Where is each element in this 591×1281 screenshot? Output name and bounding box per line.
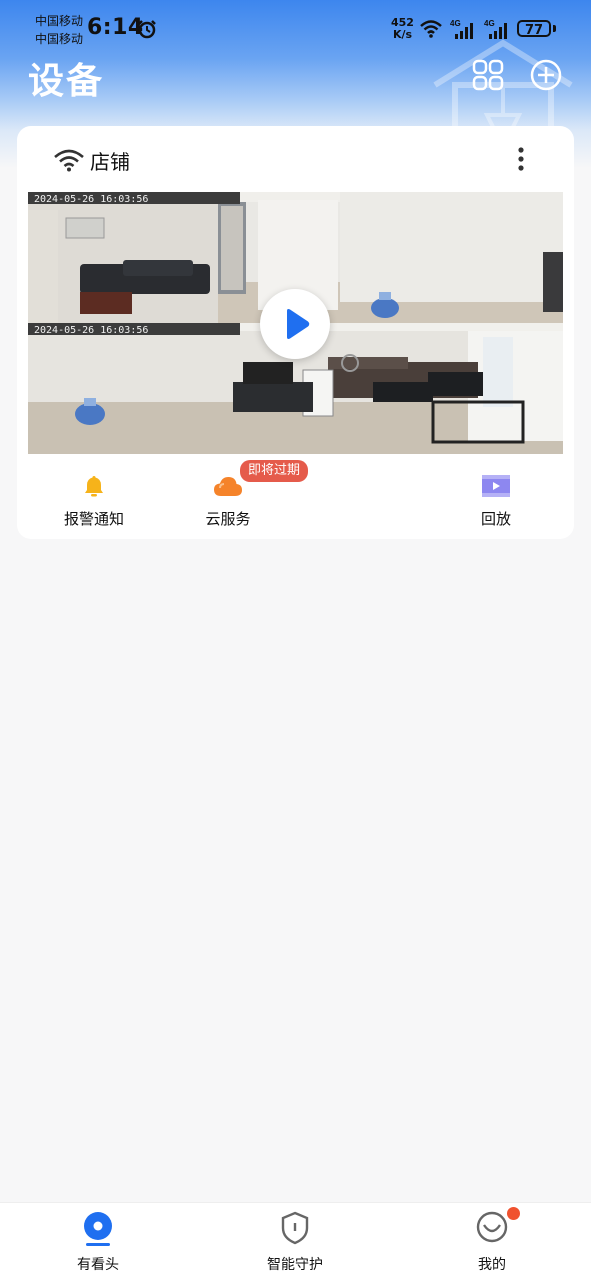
net-speed-unit: K/s — [392, 28, 413, 41]
carrier-2: 中国移动 — [35, 32, 84, 46]
shield-icon — [281, 1211, 309, 1245]
signal-1-label: 4G — [450, 19, 461, 28]
signal-2-label: 4G — [484, 19, 495, 28]
alarm-notification-label: 报警通知 — [63, 510, 124, 528]
tab-smart-guard[interactable]: 智能守护 — [225, 1203, 365, 1281]
add-circle-icon — [530, 59, 562, 91]
notification-dot — [507, 1207, 520, 1220]
tab-home-label: 有看头 — [77, 1257, 119, 1273]
carrier-info: 中国移动 中国移动 — [35, 12, 83, 48]
battery-indicator: 77 — [517, 20, 551, 38]
tab-home[interactable]: 有看头 — [28, 1203, 168, 1281]
more-options-button[interactable] — [511, 144, 531, 174]
cloud-service-label: 云服务 — [205, 510, 251, 528]
signal-strength-icon: 4G — [484, 19, 507, 39]
expiring-badge: 即将过期 — [240, 460, 309, 482]
playback-button[interactable]: 回放 — [441, 464, 551, 534]
bottom-navigation: 有看头 智能守护 我的 — [0, 1202, 591, 1281]
playback-label: 回放 — [480, 510, 511, 528]
timestamp-bottom: 2024-05-26 16:03:56 — [34, 325, 148, 336]
alarm-clock-icon — [138, 20, 156, 39]
status-time: 6:14 — [87, 15, 144, 40]
device-card[interactable]: 店铺 2024-05-26 16:03:56 2024-05-26 16:03:… — [17, 126, 574, 539]
tab-profile[interactable]: 我的 — [422, 1203, 562, 1281]
card-actions: 报警通知 云服务 即将过期 回放 — [17, 460, 574, 534]
grid-view-button[interactable] — [471, 58, 505, 92]
home-camera-icon — [84, 1212, 112, 1246]
cloud-icon — [214, 477, 242, 496]
timestamp-top: 2024-05-26 16:03:56 — [34, 194, 148, 205]
wifi-status-icon — [420, 20, 442, 38]
tab-profile-label: 我的 — [478, 1257, 506, 1273]
signal-strength-icon: 4G — [450, 19, 473, 39]
more-vertical-icon — [518, 147, 524, 171]
wifi-icon — [54, 149, 84, 172]
bell-icon — [85, 476, 103, 497]
profile-icon — [476, 1211, 508, 1243]
play-icon — [287, 309, 310, 339]
playback-icon — [482, 475, 510, 497]
play-button[interactable] — [260, 289, 330, 359]
alarm-notification-button[interactable]: 报警通知 — [39, 464, 149, 534]
battery-tip — [553, 25, 556, 32]
page-title: 设备 — [28, 61, 105, 102]
tab-smart-guard-label: 智能守护 — [267, 1257, 323, 1273]
status-bar: 中国移动 中国移动 6:14 452 K/s 4G 4G 77 — [0, 0, 591, 56]
network-speed: 452 K/s — [391, 17, 414, 41]
grid-view-icon — [472, 59, 504, 91]
add-device-button[interactable] — [529, 58, 563, 92]
carrier-1: 中国移动 — [35, 14, 84, 28]
device-name: 店铺 — [90, 150, 130, 174]
